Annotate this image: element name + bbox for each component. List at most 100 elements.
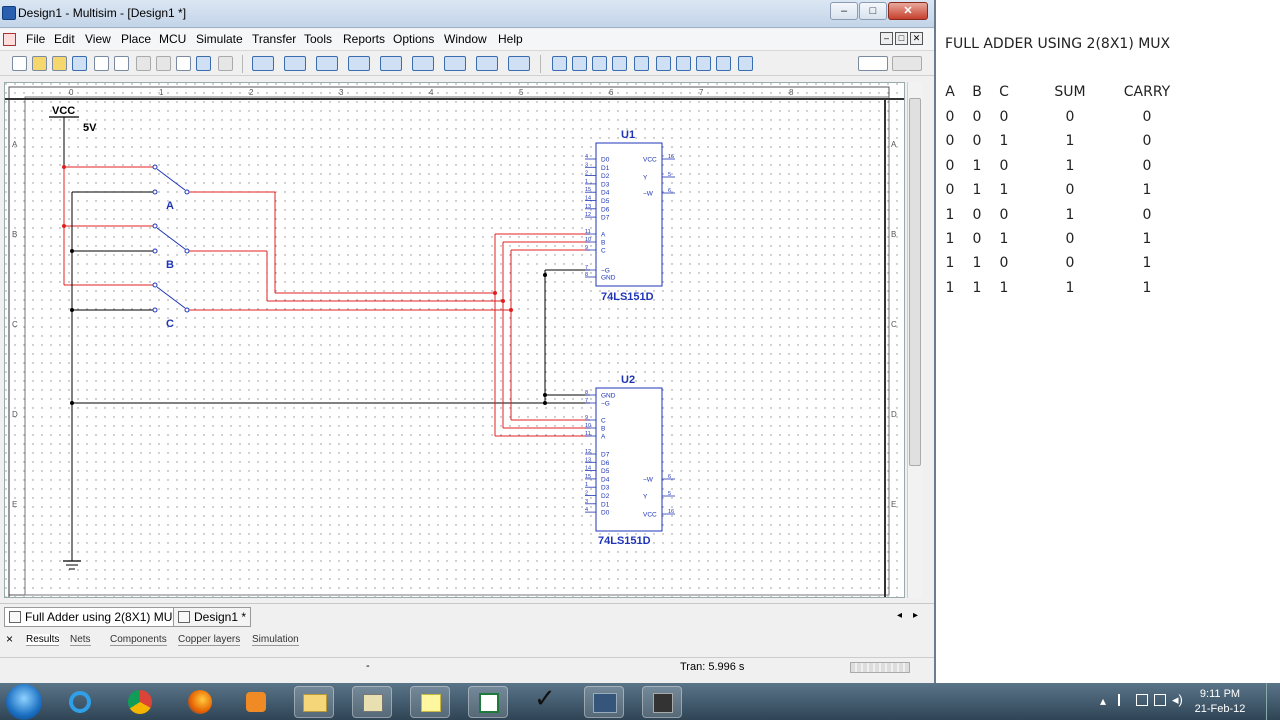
in-use-list-icon[interactable] (858, 56, 888, 71)
sticky-notes-icon[interactable] (410, 686, 450, 718)
tab-scroll-left-icon[interactable]: ◂ (897, 610, 902, 621)
print-preview-icon[interactable] (114, 56, 129, 71)
tab-nets[interactable]: Nets (70, 634, 91, 646)
menu-reports[interactable]: Reports (343, 32, 385, 46)
new-subcircuit-icon[interactable] (412, 56, 434, 71)
ultiboard-icon[interactable] (738, 56, 753, 71)
zoom-out-icon[interactable] (476, 56, 498, 71)
junction-icon[interactable] (348, 56, 370, 71)
open-sample-icon[interactable] (52, 56, 67, 71)
vertical-scroll-thumb[interactable] (909, 98, 921, 466)
title-bar[interactable]: Design1 - Multisim - [Design1 *] – □ ✕ (0, 0, 934, 28)
ruler-col-7: 7 (699, 88, 704, 97)
doc-minimize-button[interactable]: – (880, 32, 893, 45)
menu-place[interactable]: Place (121, 32, 151, 46)
clock-date[interactable]: 21-Feb-12 (1190, 703, 1250, 715)
notes-title: FULL ADDER USING 2(8X1) MUX (945, 36, 1171, 52)
clock-time[interactable]: 9:11 PM (1190, 688, 1250, 700)
screenshot-tool-icon[interactable] (352, 686, 392, 718)
display-icon[interactable] (1154, 694, 1166, 706)
save-icon[interactable] (72, 56, 87, 71)
pin-number: 14 (585, 466, 591, 472)
multisim-icon[interactable] (584, 686, 624, 718)
analysis-icon[interactable] (612, 56, 627, 71)
chrome-icon[interactable] (120, 686, 160, 718)
document-icon[interactable] (3, 33, 16, 46)
spreadsheet-close-icon[interactable]: × (6, 632, 13, 646)
menu-file[interactable]: File (26, 32, 45, 46)
netlist-icon[interactable] (634, 56, 649, 71)
zoom-area-icon[interactable] (508, 56, 530, 71)
menu-simulate[interactable]: Simulate (196, 32, 243, 46)
print-icon[interactable] (94, 56, 109, 71)
firefox-icon[interactable] (180, 686, 220, 718)
bus-icon[interactable] (316, 56, 338, 71)
chip-u1[interactable]: U1 74LS151D D0 4 D1 3 D2 2 D3 1 D4 15 D5 14 D6 13 D7 12… (585, 129, 675, 303)
menu-mcu[interactable]: MCU (159, 32, 186, 46)
tab-simulation[interactable]: Simulation (252, 634, 299, 646)
media-player-icon[interactable] (236, 686, 276, 718)
bom-icon[interactable] (676, 56, 691, 71)
ie-icon[interactable] (60, 686, 100, 718)
doc-close-button[interactable]: ✕ (910, 32, 923, 45)
minimize-button[interactable]: – (830, 2, 858, 20)
export-icon[interactable] (656, 56, 671, 71)
copy-icon[interactable] (156, 56, 171, 71)
cut-icon[interactable] (136, 56, 151, 71)
menu-window[interactable]: Window (444, 32, 487, 46)
menu-options[interactable]: Options (393, 32, 434, 46)
grapher-icon[interactable] (552, 56, 567, 71)
tab-components[interactable]: Components (110, 634, 167, 646)
vhdl-icon[interactable] (716, 56, 731, 71)
explorer-icon[interactable] (294, 686, 334, 718)
multisim-app-icon[interactable] (2, 6, 16, 20)
toggle-grid-icon[interactable] (892, 56, 922, 71)
menu-view[interactable]: View (85, 32, 111, 46)
wire-icon[interactable] (284, 56, 306, 71)
probe-icon[interactable] (592, 56, 607, 71)
redo-icon[interactable] (218, 56, 233, 71)
tab-full-adder[interactable]: Full Adder using 2(8X1) MUX (4, 607, 186, 627)
hier-block-icon[interactable] (380, 56, 402, 71)
tab-scroll-right-icon[interactable]: ▸ (913, 610, 918, 621)
close-button[interactable]: ✕ (888, 2, 928, 20)
switch-b-label: B (166, 259, 174, 271)
truth-cell-b: 0 (972, 231, 982, 247)
show-desktop-button[interactable] (1266, 683, 1280, 720)
pin-number: 7 (585, 398, 588, 404)
excel-icon[interactable] (468, 686, 508, 718)
menu-help[interactable]: Help (498, 32, 523, 46)
tab-results[interactable]: Results (26, 634, 60, 646)
open-icon[interactable] (32, 56, 47, 71)
tab-copper-layers[interactable]: Copper layers (178, 634, 241, 646)
schematic-drawing[interactable]: 0 1 2 3 4 5 6 7 8 A B C D E A B C D E VC… (5, 83, 905, 598)
tab-design1[interactable]: Design1 * (173, 607, 252, 627)
doc-restore-button[interactable]: □ (895, 32, 908, 45)
undo-icon[interactable] (196, 56, 211, 71)
ruler-col-1: 1 (159, 88, 164, 97)
spice-icon[interactable] (696, 56, 711, 71)
action-center-icon[interactable] (1118, 694, 1128, 706)
menu-transfer[interactable]: Transfer (252, 32, 296, 46)
menu-edit[interactable]: Edit (54, 32, 75, 46)
zoom-in-icon[interactable] (444, 56, 466, 71)
paste-icon[interactable] (176, 56, 191, 71)
maximize-button[interactable]: □ (859, 2, 887, 20)
network-icon[interactable] (1136, 694, 1148, 706)
pin-number: 5 (668, 172, 671, 178)
tray-up-icon[interactable]: ▴ (1100, 694, 1106, 708)
video-recorder-icon[interactable] (642, 686, 682, 718)
start-icon[interactable] (6, 684, 42, 720)
volume-icon[interactable]: ◂) (1172, 692, 1183, 708)
new-icon[interactable] (12, 56, 27, 71)
header-carry: CARRY (1123, 84, 1171, 100)
postprocessor-icon[interactable] (572, 56, 587, 71)
component-icon[interactable] (252, 56, 274, 71)
pin-number: 12 (585, 212, 591, 218)
menu-tools[interactable]: Tools (304, 32, 332, 46)
pin-label: D4 (601, 190, 610, 197)
checkmark-app-icon[interactable]: ✓ (526, 684, 566, 718)
schematic-canvas[interactable]: 0 1 2 3 4 5 6 7 8 A B C D E A B C D E VC… (4, 82, 905, 598)
pin-label: D0 (601, 510, 610, 517)
chip-u2[interactable]: U2 74LS151D GND8~G7C9B10A11D712D613D514D… (585, 374, 675, 547)
